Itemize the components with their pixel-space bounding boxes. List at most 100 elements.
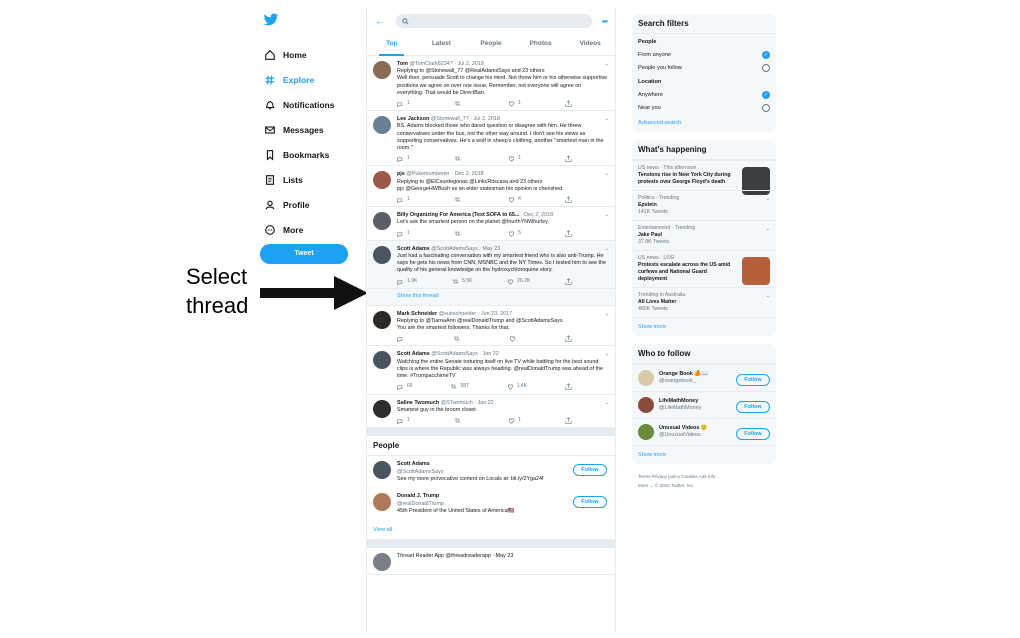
trend-item[interactable]: US news · This afternoon Tensions rise in… xyxy=(632,160,776,195)
retweet-action[interactable] xyxy=(454,417,464,424)
like-icon[interactable] xyxy=(509,335,516,343)
tweet-item[interactable]: pjs @Pukemumberier · Dec 2, 2018 Replying… xyxy=(367,166,615,208)
like-action[interactable]: 1 xyxy=(508,155,521,163)
tweet-author-name[interactable]: Mark Schneider xyxy=(397,311,437,317)
reply-action[interactable]: 1 xyxy=(397,196,410,204)
avatar[interactable] xyxy=(638,424,654,440)
avatar[interactable] xyxy=(373,399,391,418)
avatar[interactable] xyxy=(373,351,391,370)
retweet-action[interactable] xyxy=(454,155,464,162)
trend-item[interactable]: Trending in Australia All Lives Matter 480… xyxy=(632,287,776,317)
tab-photos[interactable]: Photos xyxy=(516,34,566,55)
nav-item-bookmarks[interactable]: Bookmarks xyxy=(255,142,355,167)
follow-button[interactable]: Follow xyxy=(736,401,770,413)
nav-item-messages[interactable]: Messages xyxy=(255,117,355,142)
reply-icon[interactable] xyxy=(397,155,404,163)
filter-option[interactable]: Near you xyxy=(638,101,770,114)
tweet-item[interactable]: Lee Jackson @Stonewall_77 · Jul 2, 2018 B… xyxy=(367,111,615,167)
retweet-icon[interactable] xyxy=(454,196,461,203)
share-action[interactable] xyxy=(565,278,572,285)
chevron-down-icon[interactable]: ⌄ xyxy=(605,400,609,407)
avatar[interactable] xyxy=(373,310,391,329)
retweet-action[interactable]: 5.5K xyxy=(452,278,472,285)
avatar[interactable] xyxy=(373,245,391,264)
nav-item-lists[interactable]: Lists xyxy=(255,167,355,192)
nav-item-more[interactable]: More xyxy=(255,217,355,242)
avatar[interactable] xyxy=(373,61,391,79)
chevron-down-icon[interactable]: ⌄ xyxy=(766,293,770,300)
chevron-down-icon[interactable]: ⌄ xyxy=(605,212,609,219)
view-all-link[interactable]: View all xyxy=(367,521,615,540)
avatar[interactable] xyxy=(638,370,654,386)
like-icon[interactable] xyxy=(508,417,515,424)
share-icon[interactable] xyxy=(565,155,572,162)
reply-action[interactable] xyxy=(397,335,407,343)
avatar[interactable] xyxy=(373,212,391,231)
share-action[interactable] xyxy=(565,383,572,391)
tab-videos[interactable]: Videos xyxy=(565,34,615,55)
radio-unchecked-icon[interactable] xyxy=(762,63,770,72)
tweet-button[interactable]: Tweet xyxy=(260,244,348,264)
like-action[interactable]: 4 xyxy=(508,196,521,203)
back-arrow-icon[interactable]: ← xyxy=(375,16,384,26)
tweet-item[interactable]: Saline Twomuch @STwomuch · Jan 22 Smartes… xyxy=(367,395,615,429)
nav-item-notifications[interactable]: Notifications xyxy=(255,92,355,117)
tweet-item[interactable]: Mark Schneider @subschneider · Jun 23, 2… xyxy=(367,306,615,347)
like-icon[interactable] xyxy=(508,196,515,203)
retweet-action[interactable] xyxy=(454,196,464,203)
like-icon[interactable] xyxy=(508,230,515,237)
tweet-item[interactable]: Tom @TomClark8234? · Jul 2, 2018 Replying… xyxy=(367,56,615,112)
share-icon[interactable] xyxy=(565,383,572,391)
reply-action[interactable]: 66 xyxy=(397,383,413,391)
tab-top[interactable]: Top xyxy=(367,34,417,56)
nav-item-home[interactable]: Home xyxy=(255,42,355,67)
retweet-action[interactable] xyxy=(454,230,464,237)
tweet-item[interactable]: Scott Adams @ScottAdamsSays · Jan 22 Watc… xyxy=(367,346,615,395)
tab-latest[interactable]: Latest xyxy=(417,34,467,55)
share-icon[interactable] xyxy=(565,100,572,107)
tweet-author-name[interactable]: pjs xyxy=(397,171,405,177)
chevron-down-icon[interactable]: ⌄ xyxy=(766,196,770,203)
reply-icon[interactable] xyxy=(397,417,404,424)
follow-suggestion[interactable]: LifeMathMoney @LifeMathMoney Follow xyxy=(632,391,776,418)
reply-icon[interactable] xyxy=(397,230,404,237)
tweet-author-name[interactable]: Saline Twomuch xyxy=(397,400,439,406)
retweet-icon[interactable] xyxy=(452,278,459,285)
trend-item[interactable]: Entertainment · Trending Jake Paul 37.8K T… xyxy=(632,220,776,250)
trend-item[interactable]: Politics · Trending Epstein 141K Tweets ⌄ xyxy=(632,190,776,220)
share-action[interactable] xyxy=(565,100,572,107)
retweet-icon[interactable] xyxy=(453,335,460,342)
share-icon[interactable] xyxy=(565,230,572,237)
like-icon[interactable] xyxy=(508,155,515,163)
follow-suggestion[interactable]: Unusual Videos 😲 @UnusualVideos Follow xyxy=(632,418,776,445)
reply-icon[interactable] xyxy=(397,278,404,285)
more-options-icon[interactable]: ••• xyxy=(602,17,608,26)
tweet-item[interactable]: Scott Adams @ScottAdamsSays · May 23 Just… xyxy=(367,240,615,289)
reply-icon[interactable] xyxy=(397,383,404,391)
search-input[interactable] xyxy=(396,14,592,28)
reply-icon[interactable] xyxy=(397,100,404,108)
chevron-down-icon[interactable]: ⌄ xyxy=(605,61,609,68)
reply-icon[interactable] xyxy=(397,335,404,343)
follow-button[interactable]: Follow xyxy=(573,464,607,477)
tweet-item[interactable]: Thread Reader App @threadreaderapp · May… xyxy=(367,548,615,575)
reply-action[interactable]: 1 xyxy=(397,155,410,163)
share-action[interactable] xyxy=(565,335,572,343)
share-action[interactable] xyxy=(565,196,572,203)
radio-checked-icon[interactable]: ✓ xyxy=(762,50,770,59)
tweet-author-name[interactable]: Scott Adams xyxy=(397,351,430,357)
retweet-icon[interactable] xyxy=(454,417,461,424)
nav-item-explore[interactable]: Explore xyxy=(255,67,355,92)
tweet-item[interactable]: Billy Organizing For America (Text SOFA … xyxy=(367,207,615,241)
filter-option[interactable]: From anyone ✓ xyxy=(638,48,770,61)
radio-checked-icon[interactable]: ✓ xyxy=(762,90,770,99)
filter-option[interactable]: People you follow xyxy=(638,61,770,74)
filter-option[interactable]: Anywhere ✓ xyxy=(638,88,770,101)
person-item[interactable]: Scott Adams @ScottAdamsSays See my more pr… xyxy=(367,456,615,488)
tweet-author-name[interactable]: Lee Jackson xyxy=(397,116,429,122)
chevron-down-icon[interactable]: ⌄ xyxy=(605,246,609,253)
follow-button[interactable]: Follow xyxy=(736,374,770,386)
chevron-down-icon[interactable]: ⌄ xyxy=(605,171,609,178)
like-action[interactable]: 1 xyxy=(508,100,521,107)
share-action[interactable] xyxy=(565,417,572,424)
